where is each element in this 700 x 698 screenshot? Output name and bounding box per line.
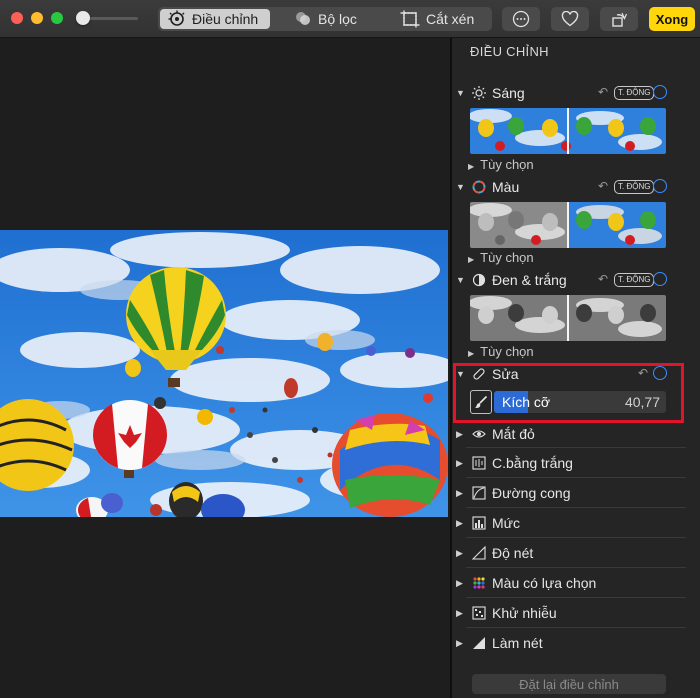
crop-icon bbox=[400, 10, 420, 28]
disclosure-right-icon: ▶ bbox=[468, 349, 475, 358]
done-button[interactable]: Xong bbox=[649, 7, 695, 31]
close-window-button[interactable] bbox=[11, 12, 23, 24]
undo-light-icon[interactable]: ↶ bbox=[598, 85, 608, 99]
auto-bw-button[interactable]: T. ĐỘNG bbox=[614, 273, 655, 287]
divider bbox=[466, 627, 686, 628]
curves-label: Đường cong bbox=[492, 485, 571, 501]
favorite-button[interactable] bbox=[551, 7, 589, 31]
divider bbox=[466, 567, 686, 568]
disclosure-right-icon: ▶ bbox=[468, 162, 475, 171]
section-color-label: Màu bbox=[492, 179, 520, 195]
disclosure-down-icon[interactable]: ▼ bbox=[456, 275, 466, 285]
sidebar-item-levels[interactable]: ▶ Mức bbox=[452, 512, 700, 534]
divider bbox=[466, 447, 686, 448]
sidebar-item-sharpen[interactable]: ▶ Làm nét bbox=[452, 632, 700, 654]
disclosure-right-icon: ▶ bbox=[456, 607, 463, 618]
tab-crop-label: Cắt xén bbox=[426, 11, 475, 27]
disclosure-right-icon: ▶ bbox=[456, 428, 463, 439]
selective-color-icon bbox=[472, 576, 486, 590]
more-button[interactable] bbox=[502, 7, 540, 31]
sharpen-icon bbox=[472, 636, 486, 650]
sidebar-item-selective-color[interactable]: ▶ Màu có lựa chọn bbox=[452, 572, 700, 594]
bw-options-toggle[interactable]: ▶ Tùy chọn bbox=[468, 344, 534, 359]
sidebar-title: ĐIỀU CHỈNH bbox=[470, 44, 549, 59]
undo-color-icon[interactable]: ↶ bbox=[598, 179, 608, 193]
color-options-toggle[interactable]: ▶ Tùy chọn bbox=[468, 250, 534, 265]
eye-icon bbox=[472, 427, 486, 441]
undo-bw-icon[interactable]: ↶ bbox=[598, 272, 608, 286]
sharpen-label: Làm nét bbox=[492, 635, 543, 651]
disclosure-right-icon: ▶ bbox=[456, 577, 463, 588]
light-thumbnail-strip[interactable] bbox=[470, 108, 666, 154]
maximize-window-button[interactable] bbox=[51, 12, 63, 24]
white-balance-label: C.bằng trắng bbox=[492, 455, 573, 471]
section-light-label: Sáng bbox=[492, 85, 525, 101]
divider bbox=[466, 537, 686, 538]
filters-circles-icon bbox=[296, 12, 310, 25]
disclosure-down-icon[interactable]: ▼ bbox=[456, 88, 466, 98]
toggle-bw-button[interactable] bbox=[653, 272, 667, 286]
disclosure-right-icon: ▶ bbox=[456, 637, 463, 648]
noise-reduction-icon bbox=[472, 606, 486, 620]
sidebar-item-curves[interactable]: ▶ Đường cong bbox=[452, 482, 700, 504]
noise-reduction-label: Khử nhiễu bbox=[492, 605, 557, 621]
toggle-color-button[interactable] bbox=[653, 179, 667, 193]
white-balance-icon bbox=[472, 456, 486, 470]
definition-icon bbox=[472, 546, 486, 560]
disclosure-right-icon: ▶ bbox=[456, 457, 463, 468]
color-thumbnail-strip[interactable] bbox=[470, 202, 666, 248]
divider bbox=[466, 597, 686, 598]
auto-light-button[interactable]: T. ĐỘNG bbox=[614, 86, 655, 100]
selective-color-label: Màu có lựa chọn bbox=[492, 575, 597, 591]
levels-label: Mức bbox=[492, 515, 521, 531]
definition-label: Độ nét bbox=[492, 545, 534, 561]
rotate-icon bbox=[612, 12, 628, 27]
zoom-slider-knob[interactable] bbox=[76, 11, 90, 25]
levels-icon bbox=[472, 516, 486, 530]
heart-icon bbox=[561, 11, 579, 27]
color-options-label: Tùy chọn bbox=[480, 250, 534, 265]
color-wheel-icon bbox=[472, 180, 486, 194]
sidebar-item-red-eye[interactable]: ▶ Mắt đỏ bbox=[452, 423, 700, 445]
tab-filters[interactable]: Bộ lọc bbox=[288, 7, 392, 31]
disclosure-right-icon: ▶ bbox=[456, 487, 463, 498]
toggle-light-button[interactable] bbox=[653, 85, 667, 99]
toolbar: Điều chỉnh Bộ lọc Cắt xén Xong bbox=[0, 0, 700, 38]
disclosure-down-icon[interactable]: ▼ bbox=[456, 182, 466, 192]
repair-highlight-box bbox=[453, 363, 684, 423]
sun-icon bbox=[472, 86, 486, 100]
red-eye-label: Mắt đỏ bbox=[492, 426, 535, 442]
auto-color-button[interactable]: T. ĐỘNG bbox=[614, 180, 655, 194]
bw-thumbnail-strip[interactable] bbox=[470, 295, 666, 341]
disclosure-right-icon: ▶ bbox=[456, 547, 463, 558]
photo-canvas[interactable] bbox=[0, 38, 450, 698]
tab-filters-label: Bộ lọc bbox=[318, 11, 357, 27]
curves-icon bbox=[472, 486, 486, 500]
minimize-window-button[interactable] bbox=[31, 12, 43, 24]
divider bbox=[466, 477, 686, 478]
tab-crop[interactable]: Cắt xén bbox=[396, 7, 496, 31]
ellipsis-icon bbox=[512, 10, 530, 28]
sidebar-item-noise-reduction[interactable]: ▶ Khử nhiễu bbox=[452, 602, 700, 624]
photo-preview[interactable] bbox=[0, 230, 448, 517]
divider bbox=[466, 507, 686, 508]
section-bw-label: Đen & trắng bbox=[492, 272, 567, 288]
tab-adjust-label: Điều chỉnh bbox=[192, 11, 259, 27]
half-circle-icon bbox=[472, 273, 486, 287]
bw-options-label: Tùy chọn bbox=[480, 344, 534, 359]
disclosure-right-icon: ▶ bbox=[456, 517, 463, 528]
tab-adjust[interactable]: Điều chỉnh bbox=[160, 9, 270, 29]
rotate-button[interactable] bbox=[600, 7, 638, 31]
disclosure-right-icon: ▶ bbox=[468, 255, 475, 264]
sidebar-item-white-balance[interactable]: ▶ C.bằng trắng bbox=[452, 452, 700, 474]
light-options-label: Tùy chọn bbox=[480, 157, 534, 172]
reset-adjustments-button[interactable]: Đặt lại điều chỉnh bbox=[472, 674, 666, 694]
adjust-dial-icon bbox=[168, 10, 185, 26]
sidebar-item-definition[interactable]: ▶ Độ nét bbox=[452, 542, 700, 564]
light-options-toggle[interactable]: ▶ Tùy chọn bbox=[468, 157, 534, 172]
